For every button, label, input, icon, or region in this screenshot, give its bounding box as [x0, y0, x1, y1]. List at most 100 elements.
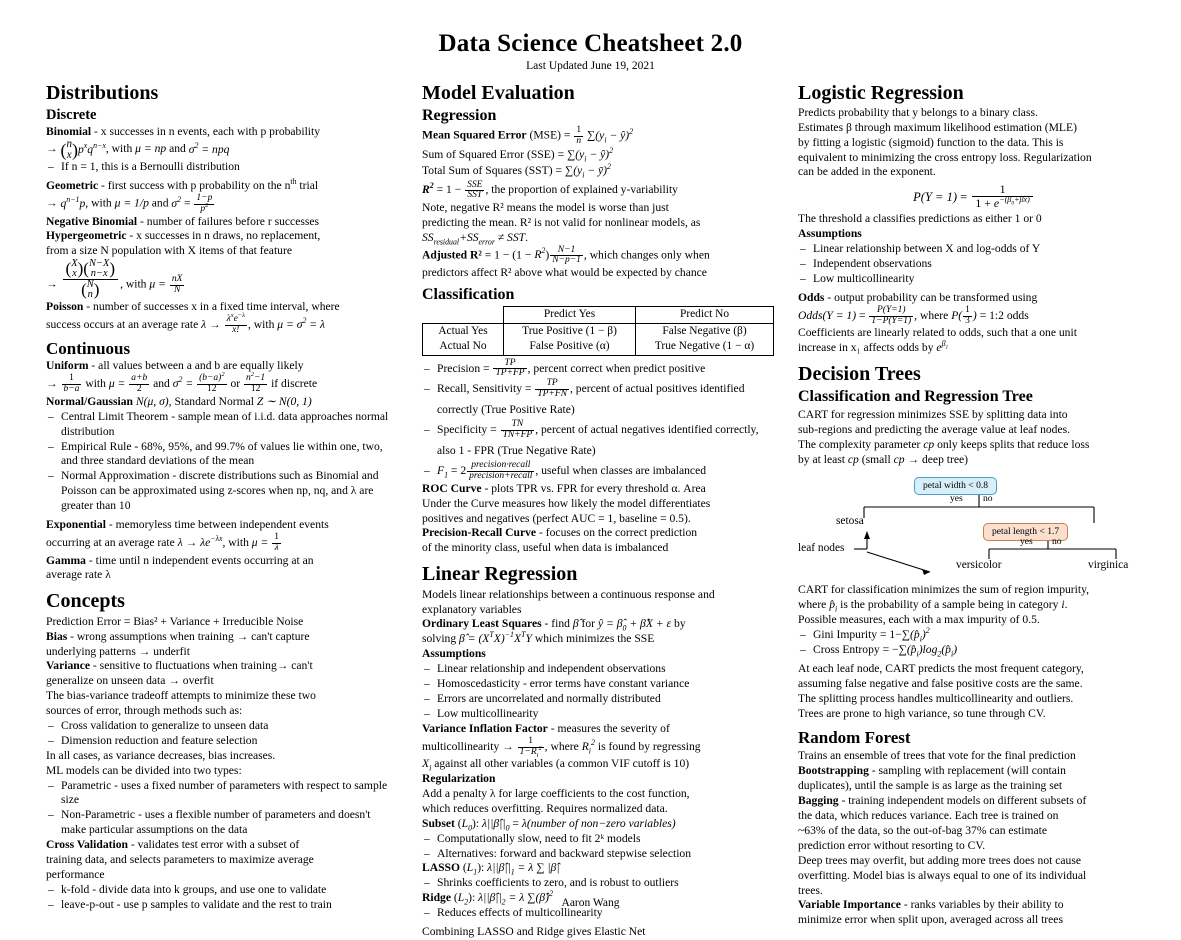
- adjusted-r2-label: Adjusted R²: [422, 248, 482, 262]
- binomial-formula-lead: , with: [105, 142, 133, 156]
- list-item: Normal Approximation - discrete distribu…: [46, 469, 398, 514]
- cell-true-positive: True Positive (1 − β): [502, 322, 637, 340]
- negative-binomial-text: - number of failures before r successes: [140, 214, 320, 228]
- row-header-actual-yes: Actual Yes: [422, 322, 504, 340]
- vif-text2: multicollinearity →: [422, 739, 514, 753]
- r2-note1: Note, negative R² means the model is wor…: [422, 200, 669, 214]
- tradeoff-text: The bias-variance tradeoff attempts to m…: [46, 689, 316, 703]
- normal-entry: Normal/Gaussian N(μ, σ), Standard Normal…: [46, 394, 312, 408]
- vif-text4-line: Xi against all other variables (a common…: [422, 757, 690, 773]
- geometric-entry: Geometric - first success with p probabi…: [46, 177, 319, 193]
- vif-entry: Variance Inflation Factor - measures the…: [422, 722, 774, 737]
- vif-text3: is found by regressing: [597, 739, 701, 753]
- bootstrap-label: Bootstrapping: [798, 764, 869, 778]
- table-row: Actual No False Positive (α) True Negati…: [422, 339, 774, 356]
- ml-types-lead: ML models can be divided into two types:: [46, 763, 242, 777]
- list-item: Gini Impurity = 1−∑(p̂i)2: [798, 627, 1150, 643]
- odds-formula: Odds(Y = 1) = P(Y=1) 1−P(Y=1), where P(1 3…: [798, 304, 1029, 326]
- list-item: Linear relationship between X and log-od…: [798, 242, 1150, 257]
- pr-text2: of the minority class, useful when data …: [422, 541, 669, 555]
- hypergeometric-text2: from a size N population with X items of…: [46, 244, 292, 258]
- list-item: k-fold - divide data into k groups, and …: [46, 883, 398, 898]
- sse-label: Sum of Squared Error (SSE) =: [422, 147, 565, 161]
- list-item: Dimension reduction and feature selectio…: [46, 734, 398, 749]
- classification-metric-bullets: Precision = TPTP+FP, percent correct whe…: [422, 358, 774, 482]
- list-item: Shrinks coefficients to zero, and is rob…: [422, 876, 774, 891]
- vif-label: Variance Inflation Factor: [422, 721, 548, 735]
- reg-text1: Add a penalty λ for large coefficients t…: [422, 787, 690, 801]
- vif-text4: against all other variables (a common VI…: [434, 757, 690, 771]
- cell-true-negative: True Negative (1 − α): [635, 339, 774, 356]
- hypergeometric-formula: → (Xx)(N−X n−x)(Nn), with μ = nX N: [46, 258, 185, 301]
- cart-text4-line: by at least cp (small cp → deep tree): [798, 452, 969, 466]
- negative-binomial-entry: Negative Binomial - number of failures b…: [46, 215, 398, 230]
- pr-label: Precision-Recall Curve: [422, 526, 537, 540]
- list-item: Errors are uncorrelated and normally dis…: [422, 692, 774, 707]
- odds-entry: Odds - output probability can be transfo…: [798, 291, 1150, 306]
- cart-text9: assuming false negative and false positi…: [798, 676, 1083, 690]
- gamma-label: Gamma: [46, 553, 86, 567]
- logreg-intro-1: Estimates β through maximum likelihood e…: [798, 120, 1077, 134]
- list-item: Cross validation to generalize to unseen…: [46, 719, 398, 734]
- roc-entry: ROC Curve - plots TPR vs. FPR for every …: [422, 482, 774, 497]
- hypergeometric-label: Hypergeometric: [46, 229, 127, 243]
- list-item: Recall, Sensitivity = TPTP+FN, percent o…: [422, 379, 774, 420]
- section-model-evaluation-title: Model Evaluation: [422, 81, 575, 104]
- tree-node-root: petal width < 0.8: [914, 477, 998, 495]
- geometric-formula: → qn−1p, with μ = 1/p and σ2 = 1−p p2: [46, 193, 215, 214]
- subsection-continuous-title: Continuous: [46, 338, 131, 358]
- list-item: F1 = 2precision·recallprecision+recall, …: [422, 461, 774, 482]
- poisson-formula: success occurs at an average rate λ → λx…: [46, 311, 326, 335]
- section-concepts-title: Concepts: [46, 590, 125, 613]
- table-corner-cell: [423, 307, 504, 323]
- logreg-intro-4: can be added in the exponent.: [798, 165, 936, 179]
- normal-label: Normal/Gaussian: [46, 394, 133, 408]
- ols-tail2: which minimizes the SSE: [534, 632, 655, 646]
- list-item: Specificity = TNTN+FP, percent of actual…: [422, 420, 774, 461]
- column-middle: Model Evaluation Regression Mean Squared…: [422, 82, 774, 940]
- cell-false-positive: False Positive (α): [502, 339, 637, 356]
- sst-entry: Total Sum of Squares (SST) = ∑(yi − ȳ)2: [422, 162, 611, 180]
- tradeoff-bullets: Cross validation to generalize to unseen…: [46, 719, 398, 749]
- list-item: Precision = TPTP+FP, percent correct whe…: [422, 358, 774, 380]
- deep-text2: overfitting. Model bias is always equal …: [798, 868, 1087, 882]
- mse-label: Mean Squared Error: [422, 129, 527, 142]
- column-header-predict-no: Predict No: [635, 306, 774, 324]
- poisson-label: Poisson: [46, 299, 84, 313]
- lr-assumptions-title: Assumptions: [422, 647, 774, 662]
- regularization-heading: Regularization: [422, 772, 496, 786]
- binomial-label: Binomial: [46, 124, 92, 138]
- binomial-formula: → (n x)pxqn−x, with μ = np and σ2 = npq: [46, 138, 230, 161]
- cell-false-negative: False Negative (β): [635, 322, 774, 340]
- ml-types-bullets: Parametric - uses a fixed number of para…: [46, 779, 398, 839]
- logreg-assumptions-heading: Assumptions: [798, 227, 862, 241]
- bagging-entry: Bagging - training independent models on…: [798, 794, 1150, 809]
- column-header-predict-yes: Predict Yes: [502, 306, 637, 324]
- subsection-classification-title: Classification: [422, 285, 515, 303]
- tree-edge-label-second-no: no: [1052, 536, 1062, 548]
- subsection-regression-title: Regression: [422, 106, 497, 124]
- sse-entry: Sum of Squared Error (SSE) = ∑(yi − ŷ)2: [422, 145, 614, 163]
- section-linear-regression-title: Linear Regression: [422, 563, 578, 586]
- cart-text7: Possible measures, each with a max impur…: [798, 613, 1040, 627]
- variance-label: Variance: [46, 659, 91, 673]
- gamma-text2: average rate λ: [46, 568, 111, 582]
- cart-text8: At each leaf node, CART predicts the mos…: [798, 661, 1084, 675]
- bias-entry: Bias - wrong assumptions when training →…: [46, 630, 398, 645]
- variance-decreases: In all cases, as variance decreases, bia…: [46, 748, 276, 762]
- cart-text3-line: The complexity parameter cp only keeps s…: [798, 437, 1090, 451]
- reg-text2: which reduces overfitting. Requires norm…: [422, 801, 668, 815]
- bagging-text2: the data, which reduces variance. Each t…: [798, 809, 1059, 823]
- lr-assumption-bullets: Linear relationship and independent obse…: [422, 662, 774, 722]
- subset-label: Subset: [422, 816, 455, 830]
- geometric-label: Geometric: [46, 179, 99, 193]
- bagging-text3: ~63% of the data, so the out-of-bag 37% …: [798, 823, 1048, 837]
- hypergeometric-entry: Hypergeometric - x successes in n draws,…: [46, 229, 398, 244]
- bias-text: - wrong assumptions when training → can'…: [70, 629, 310, 643]
- mse-rest: (MSE) =: [529, 129, 571, 142]
- list-item: Alternatives: forward and backward stepw…: [422, 847, 774, 862]
- bagging-label: Bagging: [798, 794, 839, 808]
- gini-label: Gini Impurity: [813, 628, 878, 642]
- cross-validation-text: - validates test error with a subset of: [130, 838, 300, 852]
- binomial-text: - x successes in n events, each with p p…: [94, 124, 321, 138]
